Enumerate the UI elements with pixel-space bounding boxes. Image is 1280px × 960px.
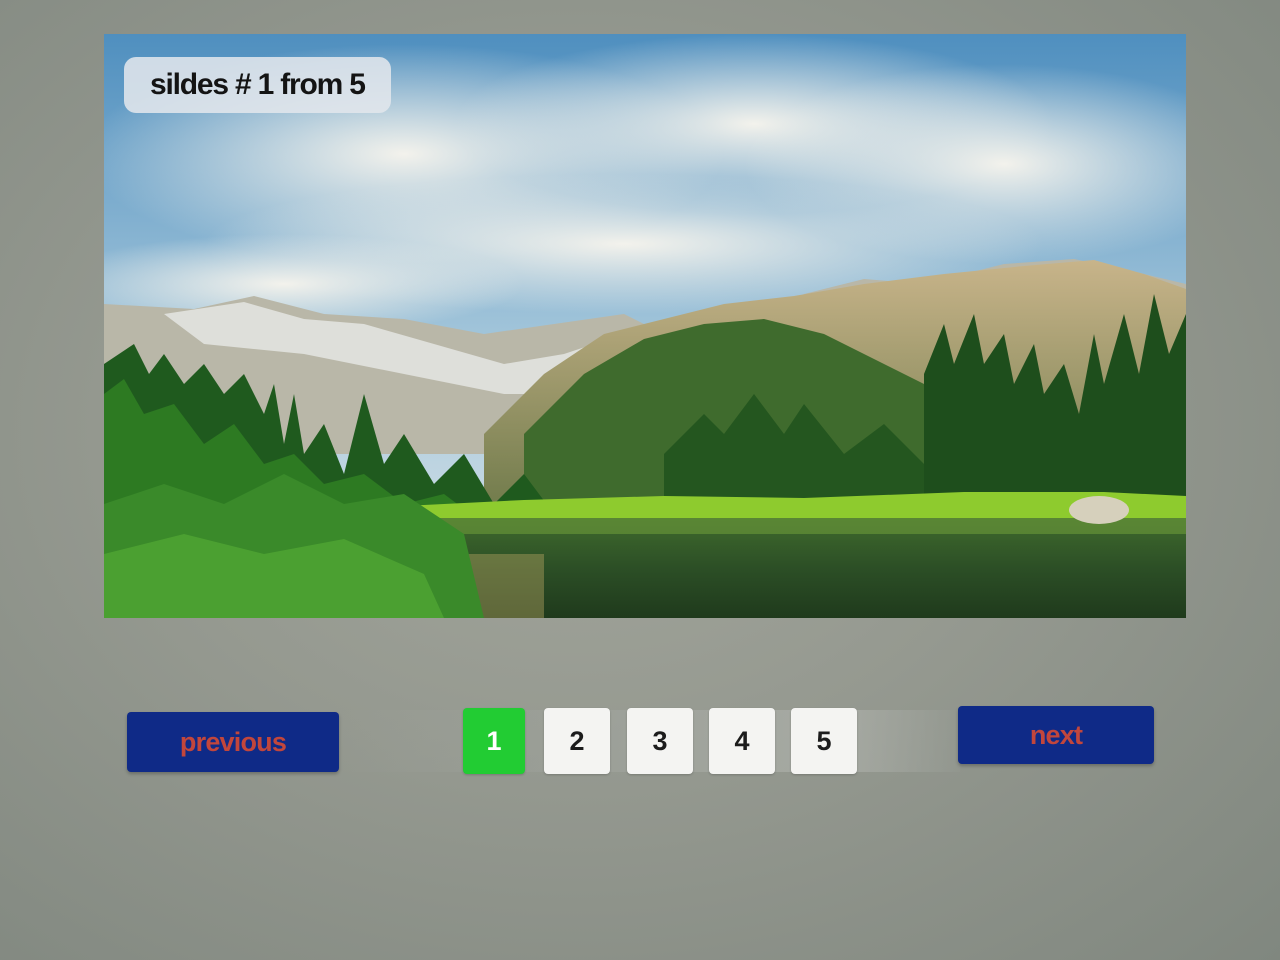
page-button-4[interactable]: 4 (709, 708, 775, 774)
landscape-photo (104, 34, 1186, 618)
slide-counter: sildes # 1 from 5 (124, 57, 391, 113)
page-button-2[interactable]: 2 (544, 708, 610, 774)
page-button-5[interactable]: 5 (791, 708, 857, 774)
page-button-1[interactable]: 1 (463, 708, 525, 774)
next-button[interactable]: next (958, 706, 1154, 764)
slide-image (104, 34, 1186, 618)
previous-button[interactable]: previous (127, 712, 339, 772)
page-button-3[interactable]: 3 (627, 708, 693, 774)
